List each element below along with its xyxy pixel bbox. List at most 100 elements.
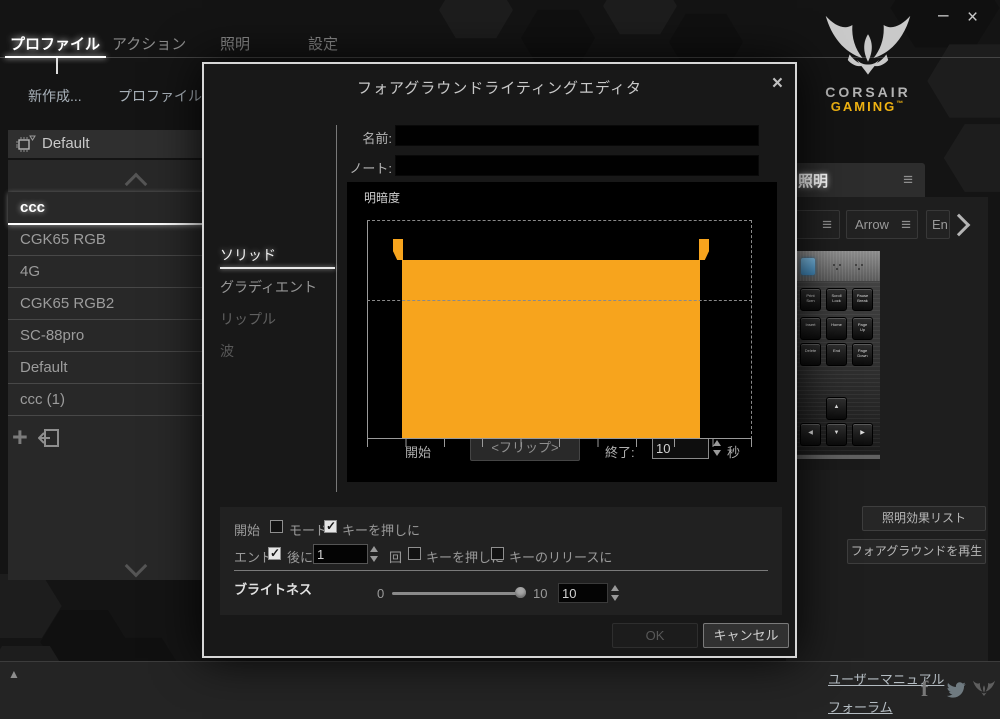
- mode-checkbox[interactable]: [270, 520, 283, 533]
- key-arrow-down[interactable]: ▼: [826, 423, 847, 446]
- envelope-fill[interactable]: [402, 260, 700, 438]
- brightness-spinner[interactable]: [611, 583, 620, 603]
- profile-item-label: Default: [20, 359, 68, 376]
- corsair-sails-icon[interactable]: [972, 680, 996, 698]
- chart-left-axis: [367, 220, 368, 439]
- tab-ripple[interactable]: リップル: [220, 309, 334, 329]
- corsair-sails-logo-icon: [822, 14, 914, 82]
- hexagon-decoration: [514, 8, 602, 68]
- panel-menu-icon[interactable]: ≡: [903, 171, 913, 188]
- tab-lighting[interactable]: 照明: [220, 33, 250, 54]
- lighting-panel-tab[interactable]: 照明 ≡: [786, 163, 925, 197]
- chart-mid-gridline: [367, 300, 752, 301]
- options-panel: 開始 モード キーを押しに エンド 後に 回 キーを押しに キーのリリースに ブ…: [220, 507, 782, 615]
- trademark: ™: [896, 101, 905, 108]
- key-arrow-left[interactable]: ◀: [800, 423, 821, 446]
- lighting-envelope-chart[interactable]: 明暗度 開始 <フリップ> 終了: 秒: [347, 182, 777, 482]
- lighting-effects-list-button[interactable]: 照明効果リスト: [862, 506, 986, 531]
- chart-y-label: 明暗度: [364, 189, 400, 206]
- tab-settings[interactable]: 設定: [308, 33, 338, 54]
- end-after-checkbox[interactable]: [268, 547, 281, 560]
- envelope-start-handle[interactable]: [393, 239, 403, 260]
- mode-checkbox-label: モード: [289, 520, 328, 539]
- cancel-button[interactable]: キャンセル: [703, 623, 789, 648]
- end-after-label: 後に: [287, 547, 313, 566]
- profile-item[interactable]: ccc: [8, 192, 205, 225]
- profile-item[interactable]: CGK65 RGB2: [8, 288, 205, 320]
- dialog-close-icon[interactable]: ×: [772, 73, 783, 95]
- key-page-down[interactable]: Page Down: [852, 343, 873, 366]
- brightness-input[interactable]: [558, 583, 608, 603]
- language-label: En: [932, 217, 948, 232]
- footer-expand-icon[interactable]: ▲: [8, 667, 20, 681]
- note-input[interactable]: [395, 155, 759, 176]
- hexagon-decoration: [432, 0, 520, 40]
- device-name: Default: [42, 135, 90, 152]
- tab-solid[interactable]: ソリッド: [220, 245, 334, 265]
- key-end[interactable]: End: [826, 343, 847, 366]
- brightness-slider-track[interactable]: [392, 592, 524, 595]
- key-arrow-right[interactable]: ▶: [852, 423, 873, 446]
- hexagon-decoration: [596, 0, 684, 36]
- key-scroll-lock[interactable]: Scroll Lock: [826, 288, 847, 311]
- tab-wave[interactable]: 波: [220, 341, 334, 361]
- profile-item[interactable]: ccc (1): [8, 384, 205, 416]
- new-profile-action[interactable]: 新作成...: [28, 86, 82, 106]
- key-arrow-up[interactable]: ▲: [826, 397, 847, 420]
- menu-icon: ≡: [822, 216, 832, 233]
- options-divider: [234, 570, 768, 571]
- profile-item-label: SC-88pro: [20, 327, 84, 344]
- profile-item-label: CGK65 RGB2: [20, 295, 114, 312]
- profile-item-label: CGK65 RGB: [20, 231, 106, 248]
- close-button[interactable]: ×: [967, 8, 978, 27]
- envelope-end-handle[interactable]: [699, 239, 709, 260]
- tab-actions[interactable]: アクション: [112, 33, 186, 54]
- brand-gaming: GAMING™: [812, 99, 924, 114]
- minimize-button[interactable]: –: [938, 6, 949, 25]
- hexagon-decoration: [918, 42, 1000, 120]
- slider-min-label: 0: [377, 586, 384, 601]
- profile-item[interactable]: SC-88pro: [8, 320, 205, 352]
- tab-profile[interactable]: プロファイル: [10, 33, 100, 54]
- brightness-slider-thumb[interactable]: [515, 587, 526, 598]
- twitter-icon[interactable]: [946, 682, 966, 698]
- key-page-up[interactable]: Page Up: [852, 317, 873, 340]
- key-print-screen[interactable]: Print Scrn: [800, 288, 821, 311]
- profile-item[interactable]: Default: [8, 352, 205, 384]
- profile-item[interactable]: CGK65 RGB: [8, 224, 205, 256]
- key-delete[interactable]: Delete: [800, 343, 821, 366]
- key-release-checkbox[interactable]: [491, 547, 504, 560]
- repeat-count-input[interactable]: [313, 544, 368, 564]
- add-profile-button[interactable]: +: [12, 424, 28, 451]
- active-tab-connector: [56, 58, 58, 74]
- start-options-label: 開始: [234, 520, 260, 539]
- profile-item-label: 4G: [20, 263, 40, 280]
- indicator-leds: [855, 264, 857, 266]
- key-home[interactable]: Home: [826, 317, 847, 340]
- key-release-label: キーのリリースに: [509, 547, 612, 566]
- forum-link[interactable]: フォーラム: [828, 697, 893, 716]
- hexagon-decoration: [935, 122, 1000, 194]
- chart-max-gridline: [367, 220, 752, 221]
- end-on-keypress-checkbox[interactable]: [408, 547, 421, 560]
- start-on-keypress-label: キーを押しに: [342, 520, 420, 539]
- note-label: ノート:: [344, 158, 392, 177]
- arrow-dropdown[interactable]: Arrow ≡: [846, 210, 918, 239]
- mode-menu-button[interactable]: ≡: [790, 210, 840, 239]
- start-on-keypress-checkbox[interactable]: [324, 520, 337, 533]
- tab-gradient[interactable]: グラディエント: [220, 277, 334, 297]
- key-insert[interactable]: Insert: [800, 317, 821, 340]
- ok-button[interactable]: OK: [612, 623, 698, 648]
- play-foreground-button[interactable]: フォアグラウンドを再生: [847, 539, 986, 564]
- lock-indicator-icon: [801, 258, 815, 275]
- key-pause-break[interactable]: Pause Break: [852, 288, 873, 311]
- import-profile-button[interactable]: [38, 428, 60, 448]
- name-input[interactable]: [395, 125, 759, 146]
- device-selector[interactable]: Default: [8, 130, 205, 158]
- active-type-underline: [220, 267, 335, 269]
- brightness-label: ブライトネス: [234, 579, 312, 598]
- facebook-icon[interactable]: f: [921, 676, 928, 702]
- profile-item[interactable]: 4G: [8, 256, 205, 288]
- keyboard-preview: Print Scrn Scroll Lock Pause Break Inser…: [797, 251, 880, 470]
- repeat-count-spinner[interactable]: [370, 544, 379, 564]
